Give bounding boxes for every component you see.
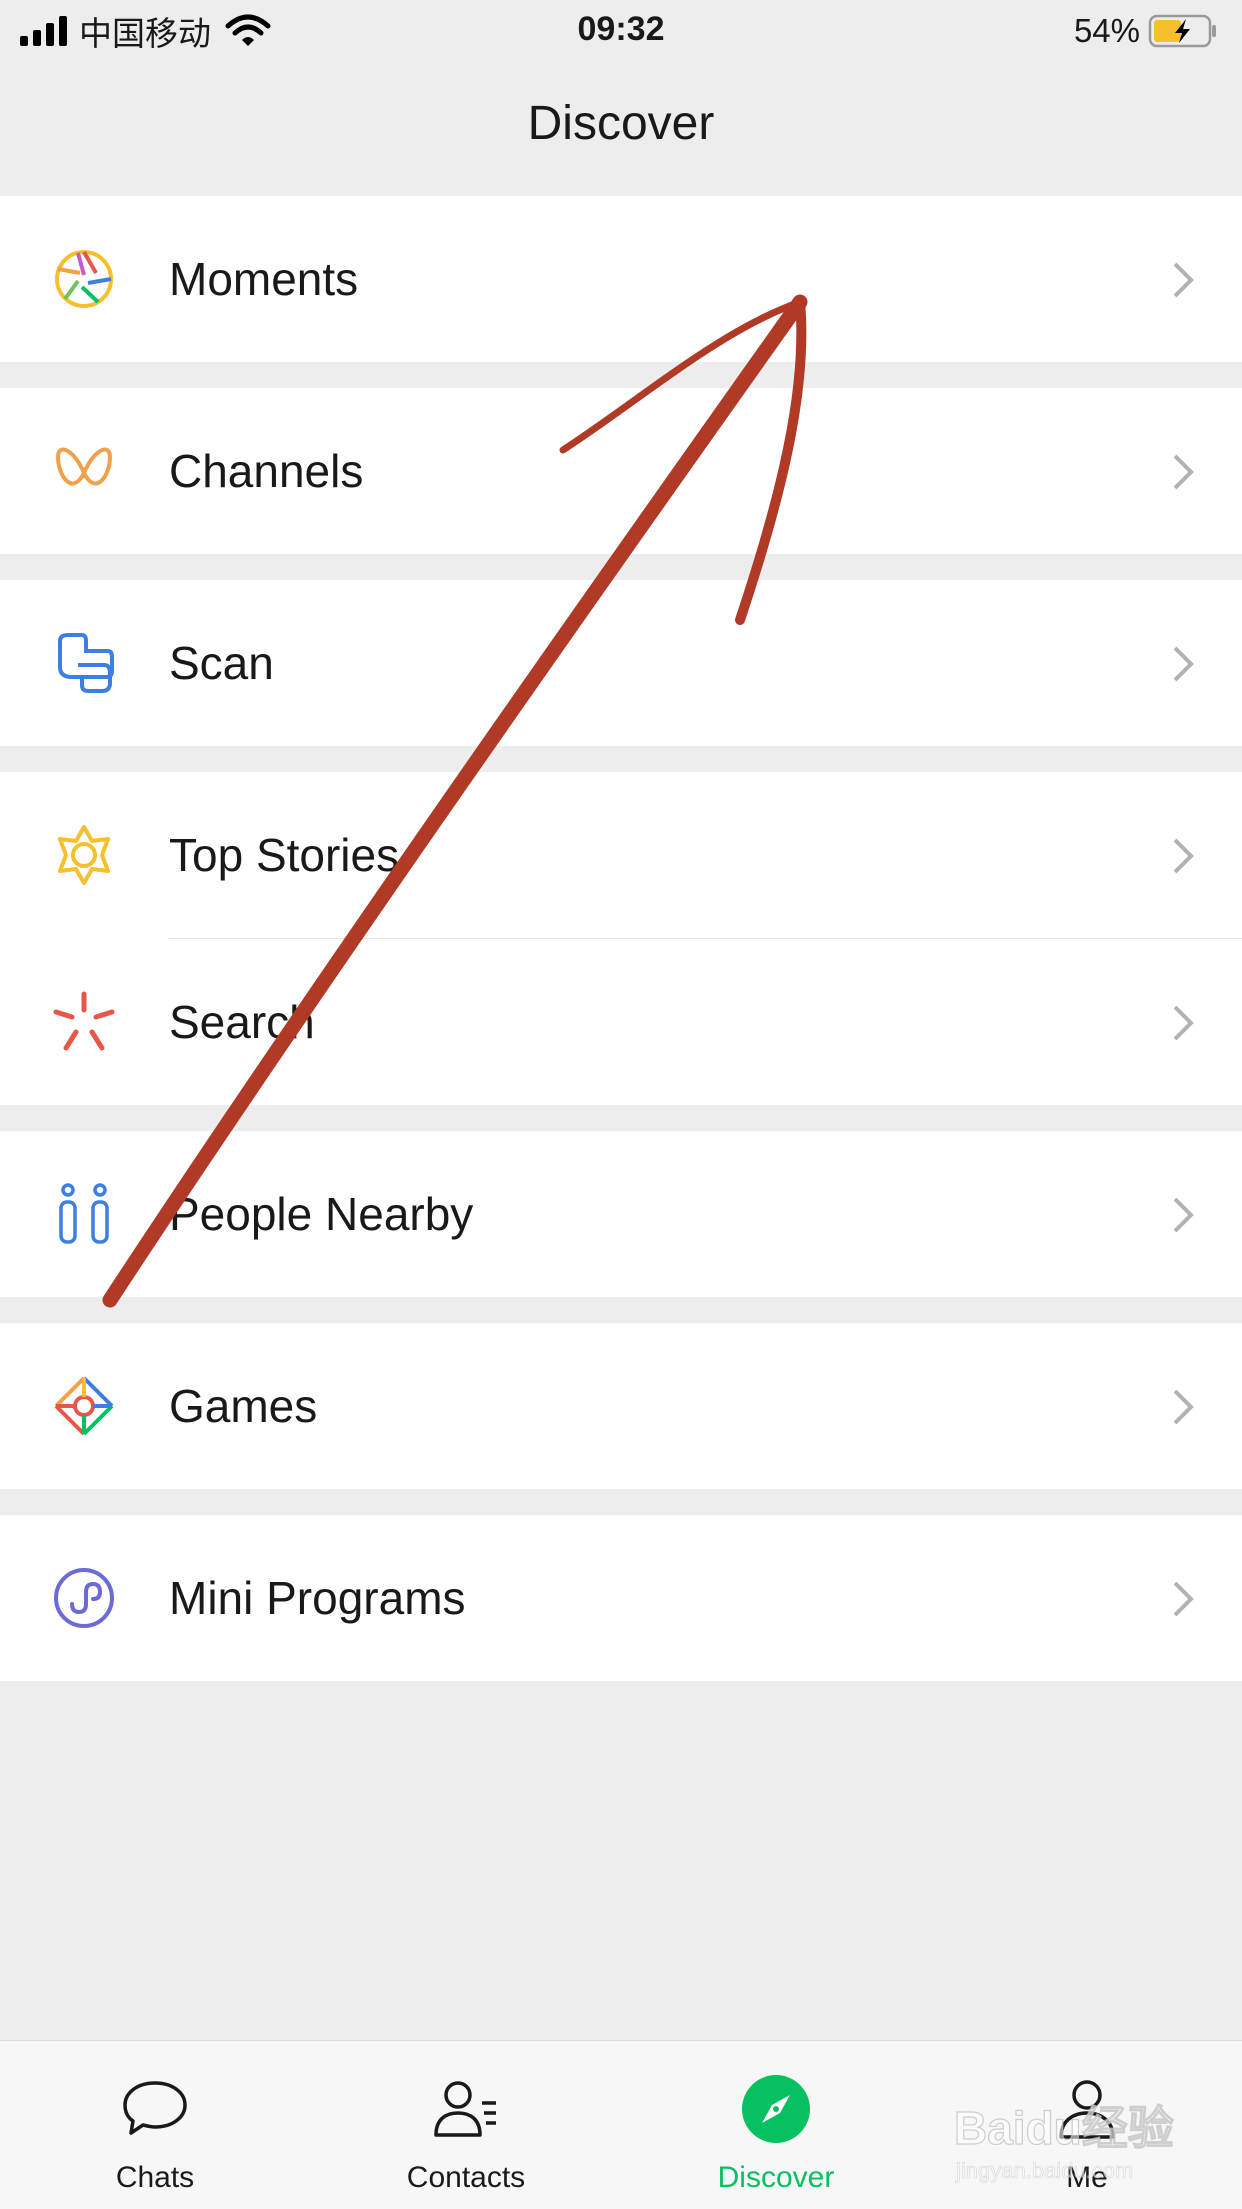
baidu-watermark: Baidu经验 jingyan.baidu.com: [953, 2101, 1174, 2183]
tab-label-contacts: Contacts: [406, 2161, 526, 2194]
menu-label-people-nearby: People Nearby: [169, 1188, 474, 1240]
chevron-right-icon: [1173, 646, 1194, 682]
menu-item-top-stories[interactable]: Top Stories: [0, 772, 1242, 938]
group-moments: Moments: [0, 196, 1242, 362]
top-stories-star-icon: [58, 825, 110, 885]
mini-programs-icon: [54, 1568, 114, 1628]
menu-label-top-stories: Top Stories: [169, 829, 400, 881]
status-right: 54%: [1074, 10, 1220, 52]
tab-label-chats: Chats: [115, 2161, 195, 2194]
chevron-right-icon: [1173, 262, 1194, 298]
group-channels: Channels: [0, 388, 1242, 554]
people-nearby-icon: [59, 1183, 109, 1244]
menu-item-scan[interactable]: Scan: [0, 580, 1242, 746]
menu-item-people-nearby[interactable]: People Nearby: [0, 1131, 1242, 1297]
group-games: Games: [0, 1323, 1242, 1489]
group-mini-programs: Mini Programs: [0, 1515, 1242, 1681]
menu-label-search: Search: [169, 996, 315, 1048]
menu-label-games: Games: [169, 1380, 318, 1432]
chat-bubble-icon: [123, 2081, 187, 2135]
tab-chats[interactable]: Chats: [55, 2041, 255, 2209]
menu-item-mini-programs[interactable]: Mini Programs: [0, 1515, 1242, 1681]
scan-icon: [58, 633, 114, 693]
menu-label-scan: Scan: [169, 637, 274, 689]
battery-charging-icon: [1148, 14, 1216, 48]
search-sparkle-icon: [53, 991, 115, 1051]
menu-item-channels[interactable]: Channels: [0, 388, 1242, 554]
compass-icon: [742, 2075, 810, 2143]
games-diamond-icon: [54, 1376, 114, 1436]
chevron-right-icon: [1173, 454, 1194, 490]
chevron-right-icon: [1173, 838, 1194, 874]
page-title: Discover: [527, 97, 715, 150]
tab-label-discover: Discover: [717, 2161, 835, 2194]
moments-aperture-icon: [55, 250, 113, 308]
watermark-url: jingyan.baidu.com: [955, 2158, 1133, 2183]
menu-item-moments[interactable]: Moments: [0, 196, 1242, 362]
menu-label-channels: Channels: [169, 445, 364, 497]
group-scan: Scan: [0, 580, 1242, 746]
tab-discover[interactable]: Discover: [676, 2041, 876, 2209]
group-stories-search: Top Stories Search: [0, 772, 1242, 1105]
menu-item-games[interactable]: Games: [0, 1323, 1242, 1489]
contacts-icon: [434, 2081, 496, 2137]
chevron-right-icon: [1173, 1197, 1194, 1233]
watermark-text: Baidu经验: [954, 2102, 1174, 2154]
chevron-right-icon: [1173, 1581, 1194, 1617]
tab-contacts[interactable]: Contacts: [366, 2041, 566, 2209]
menu-label-mini-programs: Mini Programs: [169, 1572, 466, 1624]
menu-item-search[interactable]: Search: [0, 939, 1242, 1105]
status-bar: 中国移动 09:32 54%: [0, 0, 1242, 62]
menu-label-moments: Moments: [169, 253, 359, 305]
chevron-right-icon: [1173, 1389, 1194, 1425]
group-people-nearby: People Nearby: [0, 1131, 1242, 1297]
battery-percent: 54%: [1073, 12, 1140, 49]
clock: 09:32: [577, 10, 665, 48]
channels-butterfly-icon: [55, 447, 113, 486]
chevron-right-icon: [1173, 1005, 1194, 1041]
